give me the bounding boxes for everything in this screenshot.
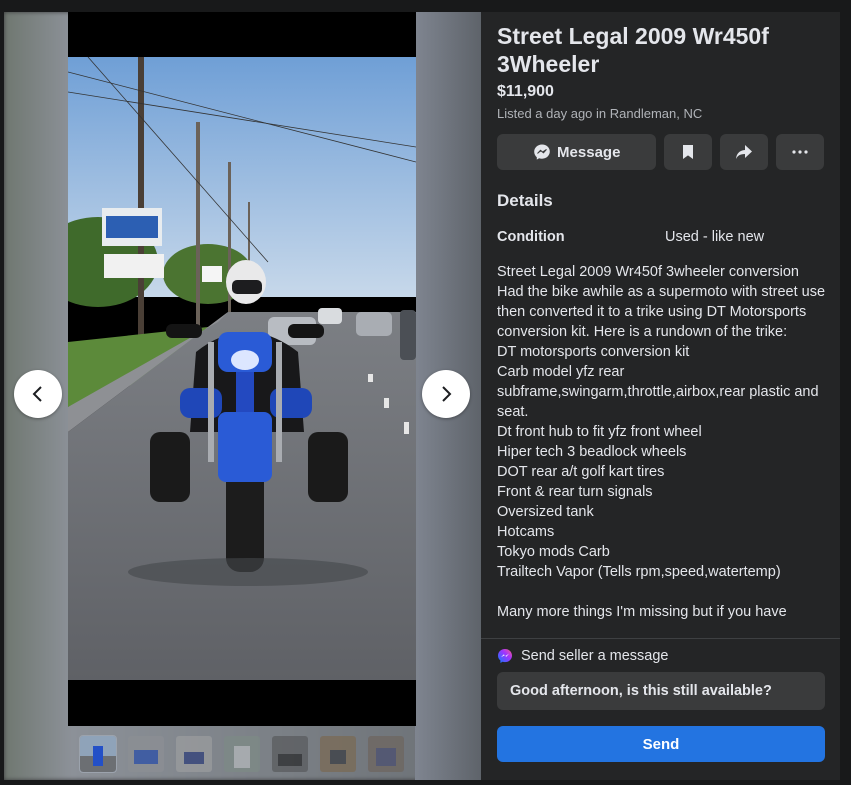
description-line: DOT rear a/t golf kart tires — [497, 464, 665, 480]
thumbnail[interactable] — [368, 736, 404, 772]
description-line — [497, 582, 827, 602]
thumbnail[interactable] — [176, 736, 212, 772]
chevron-right-icon — [442, 386, 452, 402]
listing-meta: Listed a day ago in Randleman, NC — [497, 106, 703, 121]
share-icon — [736, 145, 753, 159]
listing-photo — [68, 12, 416, 726]
more-icon — [792, 150, 808, 154]
seller-message-header: Send seller a message — [497, 648, 825, 664]
divider — [481, 638, 840, 639]
thumbnail[interactable] — [79, 735, 117, 773]
bookmark-icon — [683, 145, 694, 159]
chevron-left-icon — [32, 386, 42, 402]
share-button[interactable] — [720, 134, 769, 170]
message-button-label: Message — [557, 143, 621, 161]
details-heading: Details — [497, 191, 553, 210]
seller-message-heading: Send seller a message — [521, 648, 669, 664]
description-line: Hiper tech 3 beadlock wheels — [497, 444, 687, 460]
thumbnail[interactable] — [224, 736, 260, 772]
listing-price: $11,900 — [497, 83, 554, 100]
previous-photo-button[interactable] — [14, 370, 62, 418]
listing-details-pane: Street Legal 2009 Wr450f 3Wheeler $11,90… — [481, 12, 840, 780]
description-line: Tokyo mods Carb — [497, 544, 610, 560]
messenger-icon — [498, 649, 512, 663]
more-options-button[interactable] — [776, 134, 824, 170]
action-bar: Message — [497, 134, 824, 170]
description-line: Many more things I'm missing but if you … — [497, 604, 787, 620]
description-line: Oversized tank — [497, 504, 594, 520]
marketplace-listing-dialog: Street Legal 2009 Wr450f 3Wheeler $11,90… — [4, 12, 840, 780]
description-line: Street Legal 2009 Wr450f 3wheeler conver… — [497, 264, 800, 280]
thumbnail[interactable] — [272, 736, 308, 772]
send-button-label: Send — [642, 735, 680, 753]
listing-description: Street Legal 2009 Wr450f 3wheeler conver… — [497, 262, 827, 622]
description-line: Trailtech Vapor (Tells rpm,speed,waterte… — [497, 564, 781, 580]
condition-label: Condition — [497, 229, 565, 245]
description-line: DT motorsports conversion kit — [497, 344, 690, 360]
seller-message-section: Send seller a message Good afternoon, is… — [497, 648, 825, 762]
description-line: Hotcams — [497, 524, 555, 540]
next-photo-button[interactable] — [422, 370, 470, 418]
media-viewer — [4, 12, 481, 780]
details-scroll-area[interactable]: Street Legal 2009 Wr450f 3Wheeler $11,90… — [481, 12, 840, 638]
condition-row: Condition Used - like new — [497, 228, 824, 246]
thumbnail[interactable] — [128, 736, 164, 772]
listing-title: Street Legal 2009 Wr450f 3Wheeler — [497, 23, 769, 77]
seller-message-text: Good afternoon, is this still available? — [510, 683, 772, 699]
message-button[interactable]: Message — [497, 134, 657, 170]
thumbnail-strip — [79, 735, 404, 773]
description-line: Dt front hub to fit yfz front wheel — [497, 424, 702, 440]
thumbnail[interactable] — [320, 736, 356, 772]
seller-message-input[interactable]: Good afternoon, is this still available? — [497, 672, 825, 710]
messenger-icon — [534, 144, 550, 160]
description-line: Had the bike awhile as a supermoto with … — [497, 284, 826, 340]
description-line: Carb model yfz rear subframe,swingarm,th… — [497, 364, 819, 420]
send-button[interactable]: Send — [497, 726, 825, 762]
condition-value: Used - like new — [665, 229, 765, 245]
save-button[interactable] — [664, 134, 713, 170]
description-line: Front & rear turn signals — [497, 484, 653, 500]
